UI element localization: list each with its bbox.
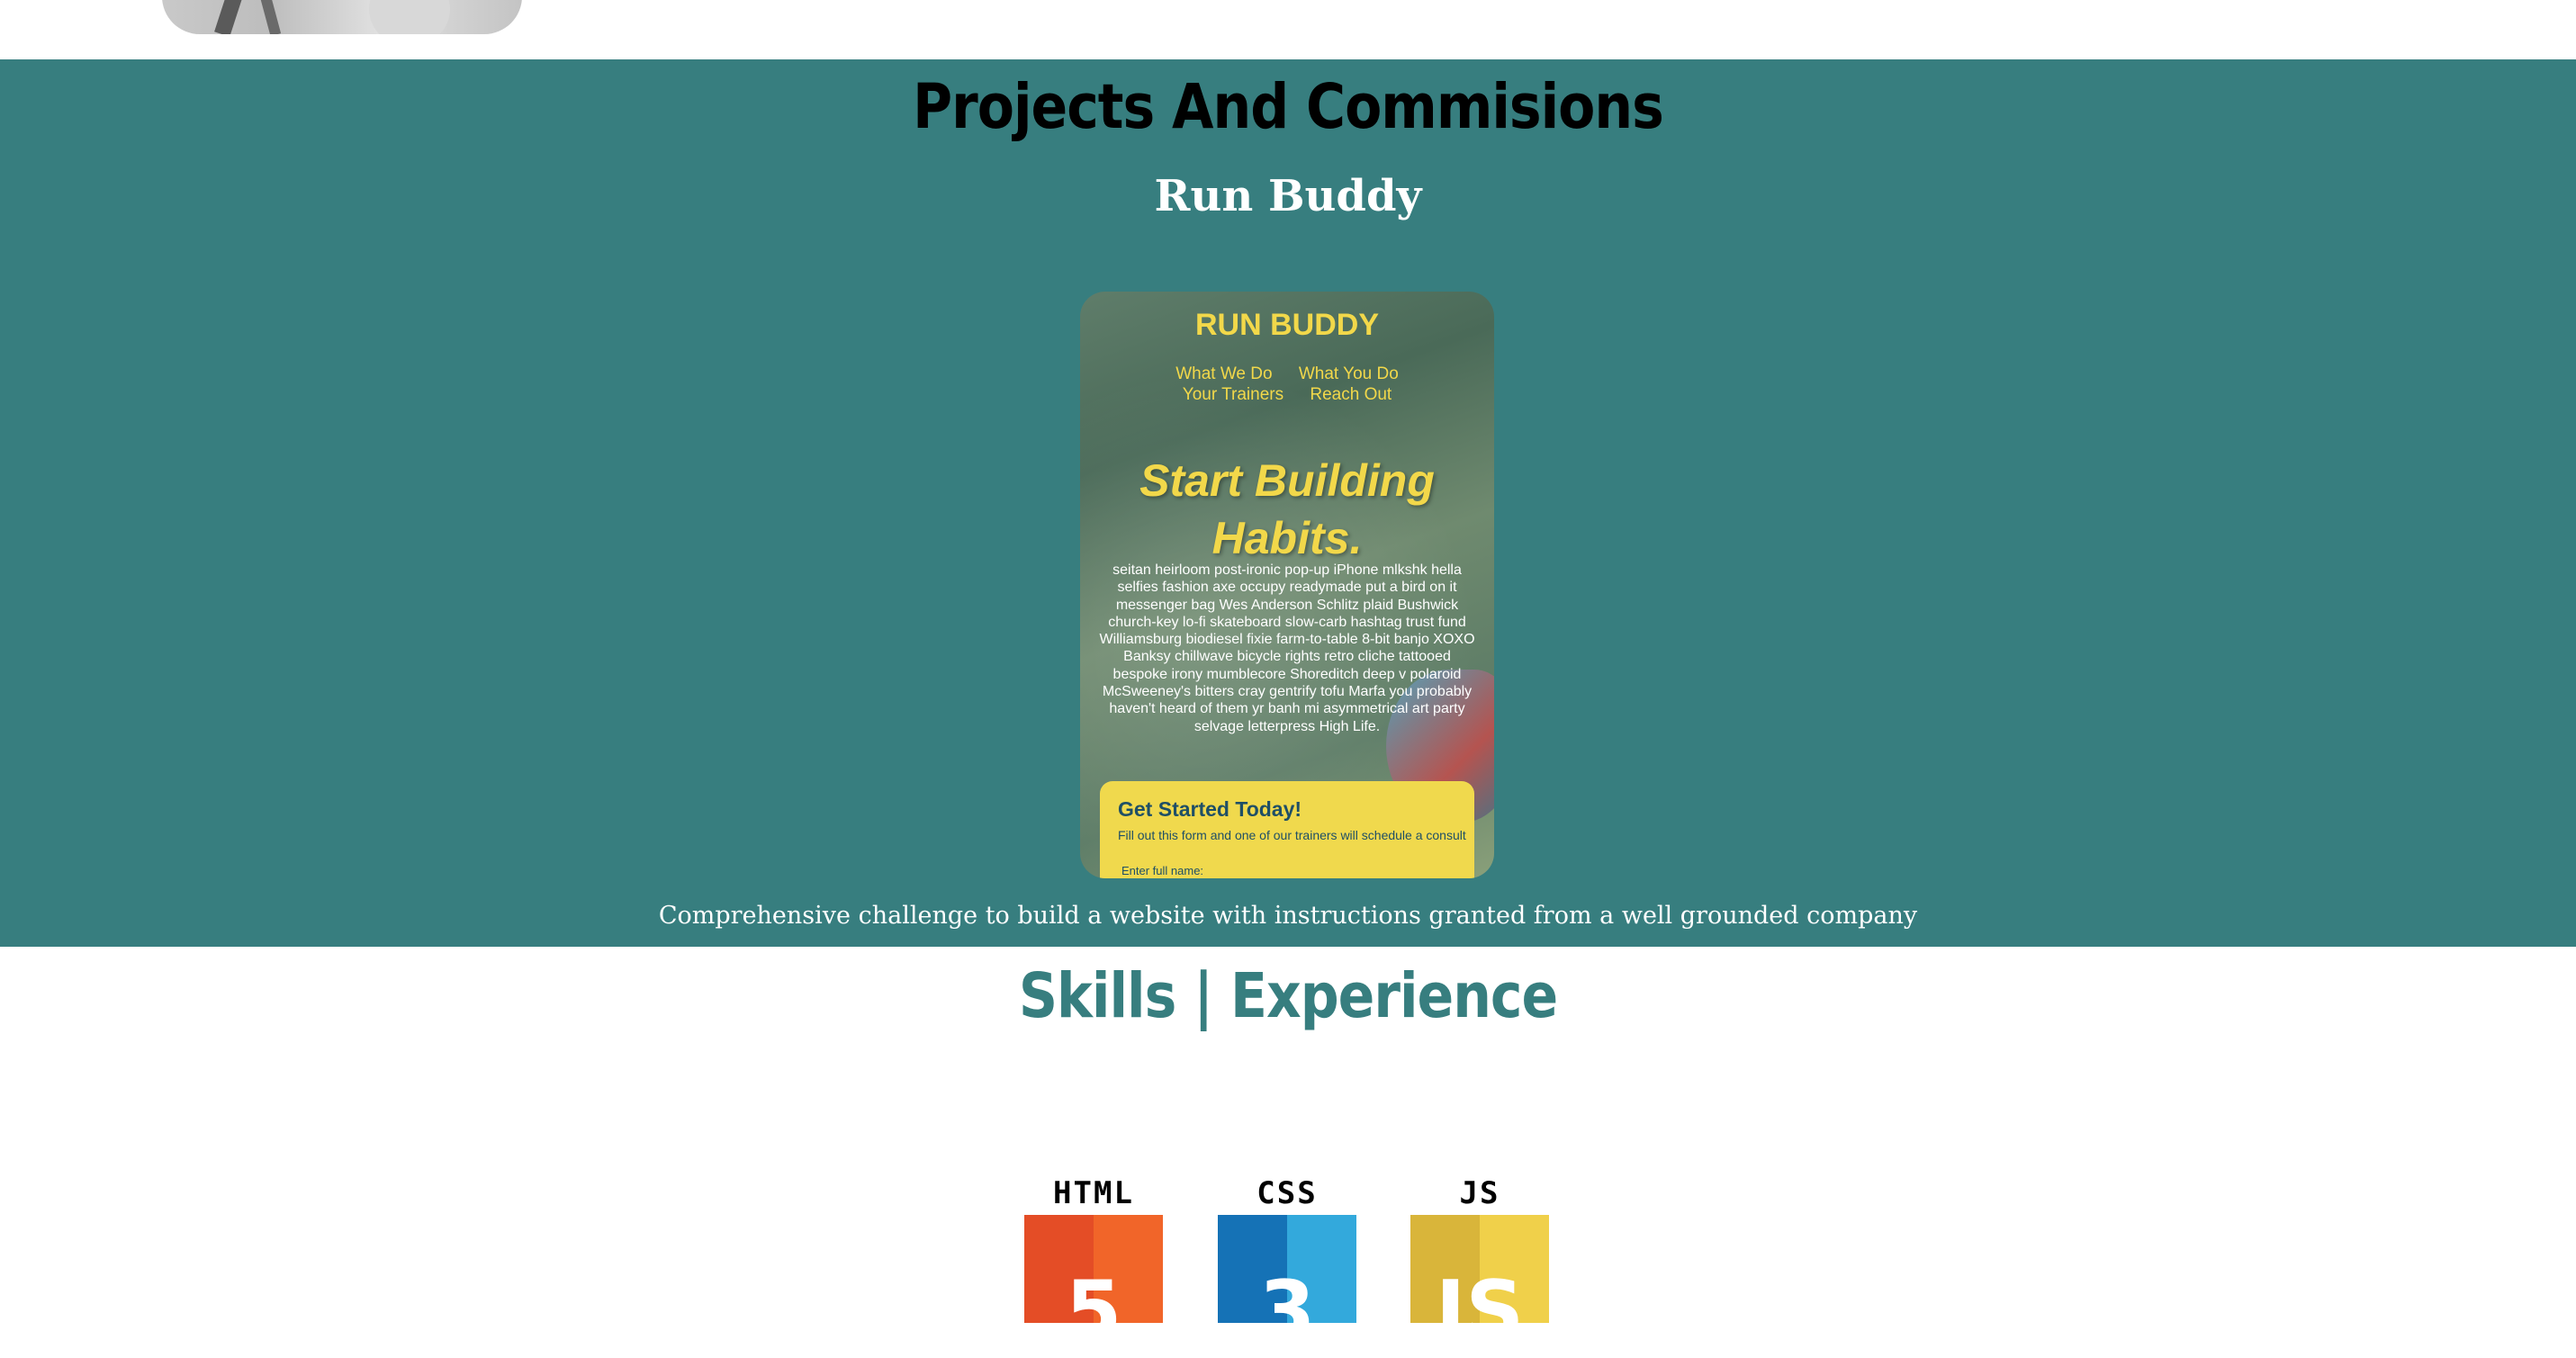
badge-label: HTML [1053, 1175, 1134, 1211]
project-thumbnail[interactable]: RUN BUDDY What We Do What You Do Your Tr… [1080, 292, 1494, 878]
badge-glyph: 3 [1258, 1264, 1316, 1358]
project-name: Run Buddy [1154, 171, 1422, 221]
css3-icon: CSS 3 [1218, 1175, 1356, 1352]
projects-section: Projects And Commisions Run Buddy RUN BU… [0, 59, 2576, 947]
javascript-icon: JS JS [1410, 1175, 1549, 1352]
thumbnail-cta-card: Get Started Today! Fill out this form an… [1100, 781, 1474, 878]
thumbnail-cta-field-label: Enter full name: [1121, 864, 1204, 877]
thumbnail-cta-subtitle: Fill out this form and one of our traine… [1118, 828, 1466, 842]
thumbnail-headline-line: Start Building [1139, 455, 1435, 506]
thumbnail-nav-item: Your Trainers [1182, 385, 1284, 404]
thumbnail-body-text: seitan heirloom post-ironic pop-up iPhon… [1099, 562, 1475, 734]
thumbnail-nav-item: What You Do [1298, 364, 1399, 383]
skills-title: Skills | Experience [1018, 959, 1558, 1033]
avatar-detail [251, 0, 282, 34]
thumbnail-cta-title: Get Started Today! [1118, 797, 1302, 821]
thumbnail-nav: What We Do What You Do Your Trainers Rea… [1080, 364, 1494, 405]
badge-glyph: JS [1435, 1264, 1525, 1358]
avatar [162, 0, 522, 34]
badge-shield: 5 [1024, 1215, 1163, 1352]
thumbnail-headline: Start Building Habits. [1080, 452, 1494, 567]
header-strip [0, 0, 2576, 59]
thumbnail-headline-line: Habits. [1211, 513, 1363, 563]
projects-title: Projects And Commisions [913, 70, 1664, 144]
badge-label: JS [1459, 1175, 1500, 1211]
project-description: Comprehensive challenge to build a websi… [658, 902, 1918, 930]
thumbnail-nav-item: What We Do [1175, 364, 1273, 383]
avatar-detail [214, 0, 252, 34]
thumbnail-brand: RUN BUDDY [1195, 308, 1379, 342]
thumbnail-nav-item: Reach Out [1310, 385, 1392, 404]
badge-shield: JS [1410, 1215, 1549, 1352]
html5-icon: HTML 5 [1024, 1175, 1163, 1352]
badge-glyph: 5 [1065, 1264, 1122, 1358]
avatar-detail [369, 0, 450, 34]
badge-shield: 3 [1218, 1215, 1356, 1352]
badge-label: CSS [1256, 1175, 1318, 1211]
